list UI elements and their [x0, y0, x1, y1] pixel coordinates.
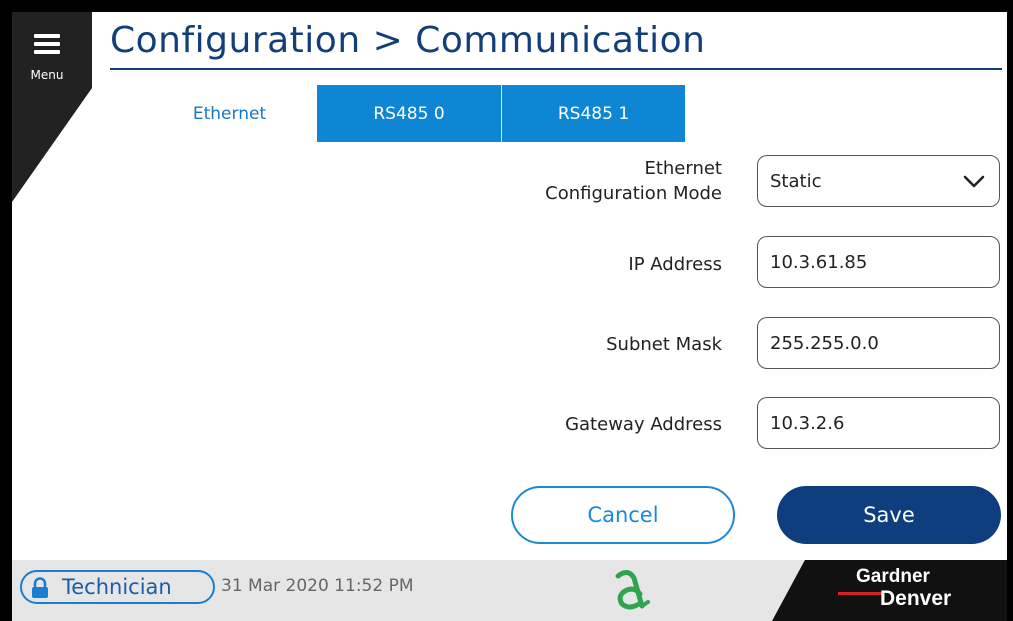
subnet-label: Subnet Mask: [606, 334, 722, 355]
ip-label: IP Address: [628, 254, 722, 275]
save-button[interactable]: Save: [777, 486, 1001, 544]
tab-ethernet[interactable]: Ethernet: [142, 85, 317, 142]
chevron-down-icon: [963, 175, 985, 188]
date-time: 31 Mar 2020 11:52 PM: [221, 576, 414, 596]
brand-line1: Gardner: [856, 566, 930, 587]
title-divider: [110, 68, 1002, 70]
status-logo-icon: [615, 570, 650, 610]
subnet-mask-value: 255.255.0.0: [770, 332, 879, 354]
screen: Menu Configuration > Communication Ether…: [12, 12, 1007, 621]
tab-rs485-1[interactable]: RS485 1: [502, 85, 685, 142]
gardner-denver-logo: Gardner Denver: [772, 560, 1007, 621]
mode-label-line2: Configuration Mode: [545, 183, 722, 204]
user-login-button[interactable]: Technician: [20, 570, 215, 604]
cancel-button[interactable]: Cancel: [511, 486, 735, 544]
hamburger-icon: [34, 34, 60, 58]
brand-line2: Denver: [880, 587, 952, 610]
mode-label: Ethernet Configuration Mode: [545, 156, 722, 206]
gateway-address-field[interactable]: 10.3.2.6: [757, 397, 1000, 449]
status-bar: Technician 31 Mar 2020 11:52 PM Gardner …: [12, 560, 1007, 621]
menu-button[interactable]: Menu: [24, 22, 74, 82]
gateway-label: Gateway Address: [565, 414, 722, 435]
brand-red-bar: [838, 592, 884, 595]
lock-icon: [32, 577, 48, 598]
subnet-mask-field[interactable]: 255.255.0.0: [757, 317, 1000, 369]
mode-label-line1: Ethernet: [644, 158, 722, 179]
ip-address-value: 10.3.61.85: [770, 251, 868, 273]
tab-rs485-0[interactable]: RS485 0: [317, 85, 501, 142]
page-title: Configuration > Communication: [110, 20, 706, 61]
gateway-address-value: 10.3.2.6: [770, 412, 845, 434]
menu-label: Menu: [30, 68, 64, 82]
user-role: Technician: [62, 575, 172, 599]
ip-address-field[interactable]: 10.3.61.85: [757, 236, 1000, 288]
config-mode-select[interactable]: Static: [757, 155, 1000, 207]
config-mode-value: Static: [770, 170, 822, 192]
